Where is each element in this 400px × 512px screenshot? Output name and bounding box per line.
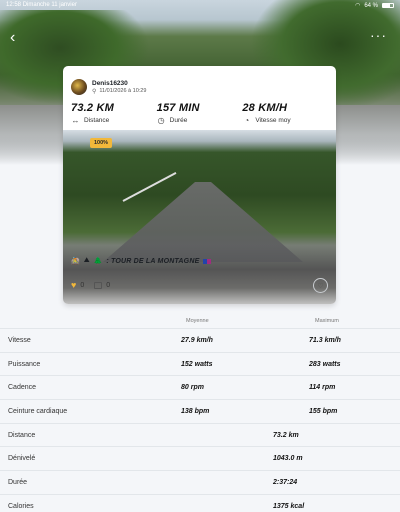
user-name[interactable]: Denis16230	[92, 80, 146, 87]
bike-icon: ⚲	[92, 88, 97, 95]
activity-date: 11/01/2026 à 10:29	[99, 88, 147, 94]
row-value: 1043.0 m	[273, 455, 303, 463]
more-options-button[interactable]: ···	[370, 27, 390, 46]
activity-date-row: ⚲ 11/01/2026 à 10:29	[92, 88, 146, 95]
comment-icon	[94, 281, 103, 289]
row-label: Distance	[8, 431, 36, 439]
row-label: Durée	[8, 479, 28, 487]
more-dots-icon: ···	[370, 27, 387, 43]
battery-percent: 64 %	[364, 2, 378, 9]
user-info: Denis16230 ⚲ 11/01/2026 à 10:29	[92, 80, 146, 95]
completion-badge: 100%	[90, 138, 113, 148]
row-label: Cadence	[8, 384, 37, 392]
row-average: 80 rpm	[181, 384, 204, 392]
table-row: Durée 2:37:24	[0, 470, 400, 494]
status-time: 12:58 Dimanche 11 janvier	[6, 2, 77, 8]
comment-count: 0	[106, 281, 111, 289]
row-label: Calories	[8, 502, 34, 510]
table-row: Puissance 152 watts 283 watts	[0, 351, 400, 376]
photo-lane-line	[122, 171, 177, 202]
row-label: Vitesse	[8, 337, 31, 344]
back-button[interactable]: ‹	[10, 30, 26, 46]
cyclist-icon: 🚵	[71, 258, 80, 265]
activity-card[interactable]: Denis16230 ⚲ 11/01/2026 à 10:29 73.2 KM …	[63, 66, 336, 304]
chevron-left-icon: ‹	[10, 29, 16, 46]
mountain-icon: ⛰	[83, 257, 90, 264]
flag-icon	[203, 258, 212, 264]
like-count: 0	[80, 281, 85, 289]
header-maximum: Maximum	[315, 318, 339, 324]
row-maximum: 155 bpm	[309, 408, 338, 416]
stat-value: 73.2 KM	[71, 102, 114, 114]
heart-icon: ♥	[71, 280, 77, 290]
header-average: Moyenne	[186, 318, 209, 324]
ride-photo[interactable]	[63, 130, 336, 304]
tree-icon: 🌲	[93, 258, 103, 265]
row-average: 152 watts	[181, 360, 213, 368]
favorite-button[interactable]: ♡	[313, 278, 328, 293]
clock-icon: ◷	[157, 116, 165, 125]
heart-outline-icon: ♡	[317, 282, 324, 290]
status-right: ◠ 64 %	[355, 2, 394, 9]
speedometer-icon: ◔	[244, 116, 250, 125]
stat-label-row: ↔ Distance	[71, 116, 157, 125]
row-value: 2:37:24	[273, 479, 298, 487]
status-date: Dimanche 11 janvier	[22, 2, 77, 8]
wifi-icon: ◠	[355, 3, 361, 9]
table-row: Vitesse 27.9 km/h 71.3 km/h	[0, 328, 400, 352]
stat-value: 157 MIN	[156, 102, 200, 114]
like-button[interactable]: ♥ 0	[71, 280, 84, 290]
row-label: Ceinture cardiaque	[8, 408, 68, 416]
stats-table: Moyenne Maximum Vitesse 27.9 km/h 71.3 k…	[0, 312, 400, 512]
row-maximum: 283 watts	[309, 360, 341, 368]
stat-label-row: ◔ Vitesse moy	[242, 116, 328, 125]
row-value: 1375 kcal	[273, 502, 305, 510]
avatar[interactable]	[71, 79, 87, 95]
table-header: Moyenne Maximum	[0, 312, 400, 328]
reactions-row: ♥ 0 0	[71, 280, 110, 290]
row-value: 73.2 km	[273, 431, 299, 439]
card-header: Denis16230 ⚲ 11/01/2026 à 10:29	[63, 66, 336, 98]
stat-label: Vitesse moy	[255, 117, 291, 124]
stat-label: Durée	[169, 117, 188, 124]
stats-row: 73.2 KM ↔ Distance 157 MIN ◷ Durée 28 KM…	[63, 98, 336, 132]
table-row: Calories 1375 kcal	[0, 493, 400, 512]
battery-icon	[382, 3, 394, 8]
status-clock: 12:58	[6, 2, 22, 8]
row-average: 138 bpm	[181, 408, 210, 416]
arrows-horizontal-icon: ↔	[71, 116, 80, 125]
stat-value: 28 KM/H	[242, 102, 288, 114]
stat-distance: 73.2 KM ↔ Distance	[71, 102, 157, 132]
stat-speed: 28 KM/H ◔ Vitesse moy	[242, 102, 328, 132]
comment-button[interactable]: 0	[94, 281, 111, 289]
table-row: Ceinture cardiaque 138 bpm 155 bpm	[0, 399, 400, 423]
table-row: Cadence 80 rpm 114 rpm	[0, 375, 400, 399]
stat-label: Distance	[84, 117, 110, 124]
row-label: Puissance	[8, 360, 41, 368]
table-row: Dénivelé 1043.0 m	[0, 446, 400, 470]
status-bar: 12:58 Dimanche 11 janvier ◠ 64 %	[0, 0, 400, 12]
ride-title: : TOUR DE LA MONTAGNE	[106, 257, 200, 265]
row-label: Dénivelé	[8, 455, 36, 463]
ride-title-row: 🚵 ⛰ 🌲 : TOUR DE LA MONTAGNE	[71, 257, 212, 265]
row-maximum: 114 rpm	[309, 384, 336, 392]
stat-label-row: ◷ Durée	[157, 116, 243, 125]
stat-duration: 157 MIN ◷ Durée	[157, 102, 243, 132]
row-average: 27.9 km/h	[181, 337, 213, 344]
table-row: Distance 73.2 km	[0, 422, 400, 447]
row-maximum: 71.3 km/h	[309, 337, 341, 344]
